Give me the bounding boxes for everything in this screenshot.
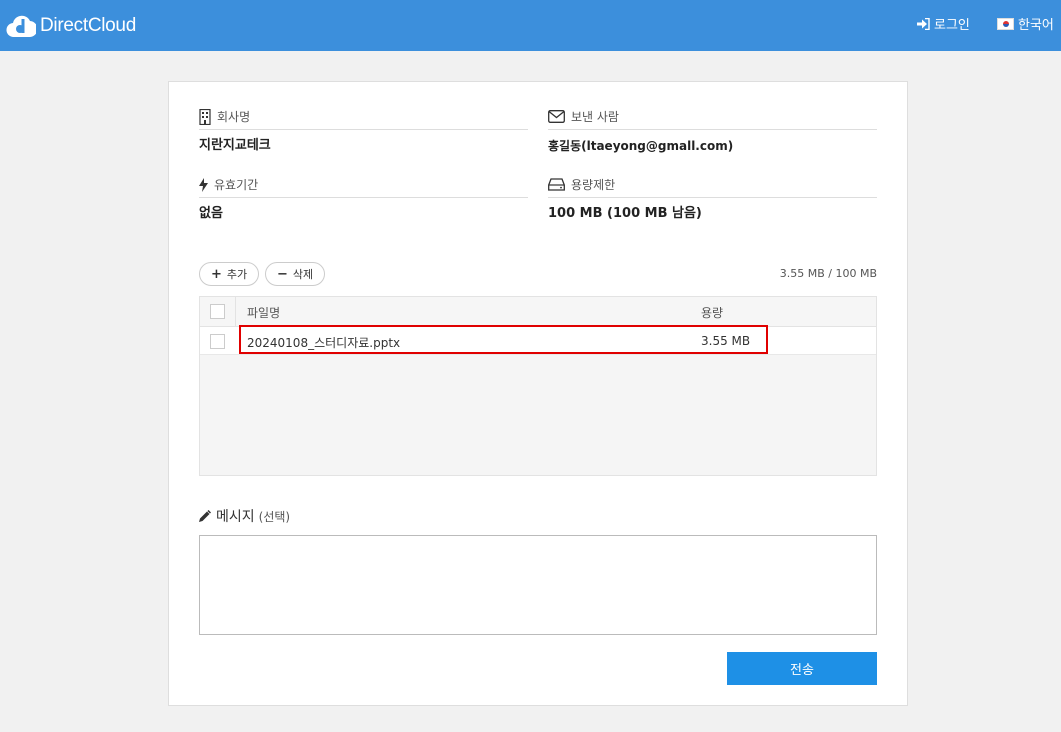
company-value: 지란지교테크 — [199, 138, 271, 153]
cloud-logo-icon — [6, 15, 36, 38]
expiry-info: 유효기간 없음 — [199, 176, 528, 222]
expiry-value: 없음 — [199, 206, 223, 221]
sender-label-row: 보낸 사람 — [548, 108, 877, 130]
envelope-icon — [548, 110, 565, 123]
login-label: 로그인 — [934, 18, 970, 33]
company-label: 회사명 — [217, 110, 251, 124]
hard-drive-icon — [548, 178, 565, 191]
expiry-label: 유효기간 — [214, 178, 259, 192]
pencil-icon — [199, 510, 211, 522]
korea-flag-icon — [997, 17, 1014, 30]
plus-icon: + — [211, 266, 222, 282]
capacity-info: 용량제한 100 MB (100 MB 남음) — [548, 176, 877, 222]
company-info: 회사명 지란지교테크 — [199, 108, 528, 154]
message-label: 메시지 — [216, 509, 255, 525]
sender-label: 보낸 사람 — [571, 110, 619, 124]
company-label-row: 회사명 — [199, 108, 528, 130]
column-divider — [235, 297, 236, 327]
delete-label: 삭제 — [292, 268, 314, 281]
message-optional: (선택) — [258, 509, 291, 524]
add-file-button[interactable]: + 추가 — [199, 262, 260, 286]
sender-info: 보낸 사람 홍길동(ltaeyong@gmall.com) — [548, 108, 877, 154]
capacity-label-row: 용량제한 — [548, 176, 877, 198]
file-table: 파일명 용량 20240108_스터디자료.pptx 3.55 MB — [199, 296, 877, 476]
delete-file-button[interactable]: − 삭제 — [265, 262, 326, 286]
capacity-label: 용량제한 — [571, 178, 616, 192]
language-label: 한국어 — [1018, 18, 1054, 33]
send-button[interactable]: 전송 — [727, 652, 877, 685]
row-checkbox[interactable] — [210, 334, 225, 349]
language-selector[interactable]: 한국어 — [997, 14, 1054, 33]
bolt-icon — [199, 177, 208, 192]
message-input[interactable] — [199, 535, 877, 635]
add-label: 추가 — [226, 268, 248, 281]
top-bar: DirectCloud 로그인 한국어 — [0, 0, 1061, 51]
expiry-label-row: 유효기간 — [199, 176, 528, 198]
storage-usage: 3.55 MB / 100 MB — [779, 267, 877, 280]
sender-value: 홍길동(ltaeyong@gmall.com) — [548, 139, 734, 153]
message-label-row: 메시지 (선택) — [199, 506, 290, 526]
login-link[interactable]: 로그인 — [917, 14, 970, 33]
logo[interactable]: DirectCloud — [6, 12, 136, 40]
share-card: 회사명 지란지교테크 보낸 사람 홍길동(ltaeyong@gmall.com)… — [168, 81, 908, 706]
sign-in-icon — [917, 17, 930, 30]
file-row-highlight — [239, 325, 768, 354]
capacity-value: 100 MB (100 MB 남음) — [548, 206, 702, 221]
column-filename: 파일명 — [247, 306, 281, 320]
send-label: 전송 — [790, 663, 814, 678]
select-all-checkbox[interactable] — [210, 304, 225, 319]
brand-name: DirectCloud — [40, 15, 136, 36]
building-icon — [199, 108, 211, 125]
column-size: 용량 — [701, 306, 724, 320]
table-header: 파일명 용량 — [200, 297, 876, 327]
minus-icon: − — [277, 266, 288, 282]
